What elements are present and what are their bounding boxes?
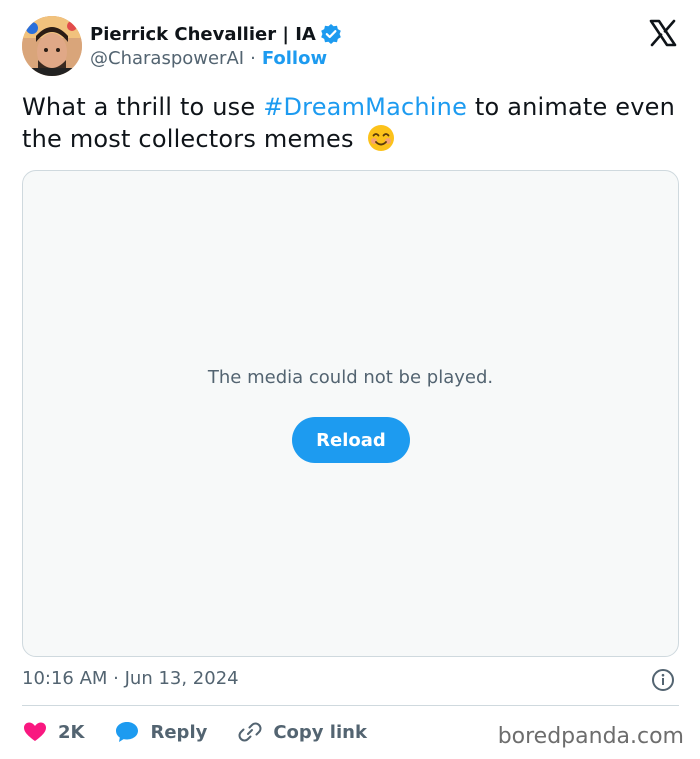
like-button[interactable]: 2K <box>22 719 84 745</box>
hashtag-link[interactable]: #DreamMachine <box>263 93 467 121</box>
link-icon <box>238 722 262 742</box>
info-icon[interactable] <box>651 668 675 692</box>
reply-bubble-icon <box>116 722 139 742</box>
avatar-image <box>22 16 82 76</box>
author-display-name[interactable]: Pierrick Chevallier | IA <box>90 24 316 45</box>
heart-icon <box>24 722 46 741</box>
media-container[interactable]: The media could not be played. Reload <box>22 170 679 657</box>
tweet-text: What a thrill to use #DreamMachine to an… <box>22 92 682 155</box>
like-count: 2K <box>58 721 85 743</box>
copy-link-button[interactable]: Copy link <box>237 719 367 745</box>
author-name-row: Pierrick Chevallier | IA <box>90 22 342 46</box>
author-handle[interactable]: @CharaspowerAI <box>90 48 244 69</box>
divider <box>22 705 679 706</box>
verified-badge-icon <box>320 23 342 45</box>
watermark: boredpanda.com <box>497 724 684 749</box>
smiling-face-emoji-icon <box>366 123 396 153</box>
tweet-text-start: What a thrill to use <box>22 93 264 121</box>
avatar[interactable] <box>22 16 82 76</box>
media-error-message: The media could not be played. <box>207 367 494 388</box>
reload-button[interactable]: Reload <box>292 417 410 463</box>
x-logo-icon[interactable] <box>648 18 678 48</box>
separator-dot: · <box>250 48 256 69</box>
reply-button[interactable]: Reply <box>114 719 207 745</box>
follow-button[interactable]: Follow <box>262 48 327 69</box>
tweet-timestamp[interactable]: 10:16 AM · Jun 13, 2024 <box>22 668 239 689</box>
reply-label: Reply <box>150 721 208 743</box>
action-bar: 2K Reply Copy link <box>22 716 397 748</box>
copy-link-label: Copy link <box>273 721 367 743</box>
author-handle-row: @CharaspowerAI · Follow <box>90 48 327 69</box>
